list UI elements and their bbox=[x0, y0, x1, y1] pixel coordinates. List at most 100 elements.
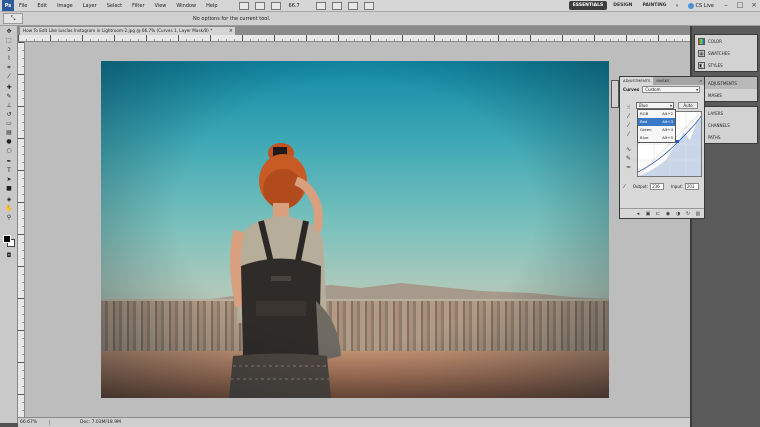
menu-help[interactable]: Help bbox=[201, 3, 222, 9]
adjustment-type-label: Curves bbox=[623, 87, 640, 92]
view-previous-icon[interactable]: ◑ bbox=[675, 211, 681, 217]
eyedropper-icon[interactable]: ⁄ bbox=[624, 184, 625, 190]
channel-dropdown-menu: RGB Alt+2 Red Alt+3 Green Alt+4 Blue Alt… bbox=[637, 109, 676, 143]
eyedropper-tool-icon[interactable]: ⁄ bbox=[4, 73, 14, 80]
vignette-overlay bbox=[101, 61, 609, 398]
horizontal-ruler[interactable] bbox=[18, 35, 690, 42]
trash-icon[interactable]: ▥ bbox=[695, 211, 701, 217]
tool-preset-picker[interactable]: ⤡ bbox=[3, 13, 23, 24]
crop-tool-icon[interactable]: ⌗ bbox=[4, 64, 14, 71]
channel-option-red[interactable]: Red Alt+3 bbox=[638, 118, 675, 126]
photoshop-logo: Ps bbox=[2, 0, 14, 11]
clone-stamp-icon[interactable]: ⊥ bbox=[4, 102, 14, 109]
visibility-eye-icon[interactable]: ◉ bbox=[665, 211, 671, 217]
maximize-icon[interactable]: □ bbox=[734, 0, 746, 11]
dock-item-color[interactable]: COLOR bbox=[695, 35, 757, 47]
zoom-tool-icon[interactable]: ⚲ bbox=[4, 214, 14, 221]
marquee-tool-icon[interactable]: ⬚ bbox=[4, 37, 14, 44]
auto-button[interactable]: Auto bbox=[678, 102, 698, 109]
menu-filter[interactable]: Filter bbox=[127, 3, 149, 9]
hand-tool-icon[interactable]: ✋ bbox=[4, 205, 14, 212]
blur-tool-icon[interactable]: ● bbox=[4, 138, 14, 145]
channel-select[interactable]: Blue ▾ bbox=[636, 102, 674, 109]
input-field[interactable]: 203 bbox=[684, 183, 699, 190]
dock-item-label: SWATCHES bbox=[708, 50, 730, 56]
document-title: How To Edit Like Iusclas Instagram in Li… bbox=[23, 28, 213, 33]
close-icon[interactable]: × bbox=[748, 0, 760, 11]
shape-tool-icon[interactable]: ■ bbox=[4, 185, 14, 192]
3d-rotate-icon[interactable]: ◈ bbox=[4, 196, 14, 203]
menu-select[interactable]: Select bbox=[102, 3, 127, 9]
expand-view-icon[interactable]: ▣ bbox=[645, 211, 651, 217]
launch-minibridge-icon[interactable] bbox=[254, 1, 265, 10]
adjustments-panel: ADJUSTMENTS MASKS » Curves Custom ▾ ☝ ⁄ … bbox=[619, 76, 705, 219]
menu-image[interactable]: Image bbox=[52, 3, 78, 9]
view-extras-icon[interactable] bbox=[270, 1, 281, 10]
workspace-design[interactable]: DESIGN bbox=[609, 1, 636, 10]
channel-option-rgb[interactable]: RGB Alt+2 bbox=[638, 110, 675, 118]
menu-edit[interactable]: Edit bbox=[32, 3, 52, 9]
quick-mask-icon[interactable]: ◘ bbox=[4, 252, 14, 259]
minimize-icon[interactable]: – bbox=[720, 0, 732, 11]
foreground-color-swatch[interactable] bbox=[3, 235, 11, 243]
panel-collapse-icon[interactable]: » bbox=[700, 77, 702, 85]
pen-tool-icon[interactable]: ✒ bbox=[4, 158, 14, 165]
tab-adjustments[interactable]: ADJUSTMENTS bbox=[620, 77, 654, 85]
channel-option-shortcut: Alt+2 bbox=[662, 111, 673, 116]
canvas-image[interactable] bbox=[101, 61, 609, 398]
adjustments-panel-tabs: ADJUSTMENTS MASKS » bbox=[620, 77, 704, 85]
curves-side-tools: ☝ ⁄ ⁄ ⁄ ∿ ✎ ≈ bbox=[624, 103, 633, 172]
more-workspaces-icon[interactable]: » bbox=[675, 3, 678, 9]
move-tool-icon[interactable]: ✥ bbox=[4, 28, 14, 35]
gradient-tool-icon[interactable]: ▤ bbox=[4, 129, 14, 136]
launch-bridge-icon[interactable] bbox=[238, 1, 249, 10]
smooth-curve-icon[interactable]: ≈ bbox=[624, 163, 633, 172]
menu-layer[interactable]: Layer bbox=[78, 3, 102, 9]
status-doc-size[interactable]: Doc: 7.03M/18.9M bbox=[50, 420, 121, 425]
menu-file[interactable]: File bbox=[14, 3, 32, 9]
quick-select-tool-icon[interactable]: ⌇ bbox=[4, 55, 14, 62]
document-tab-bar: How To Edit Like Iusclas Instagram in Li… bbox=[18, 26, 690, 35]
menu-window[interactable]: Window bbox=[171, 3, 201, 9]
dock-item-swatches[interactable]: ▦ SWATCHES bbox=[695, 47, 757, 59]
screen-mode-icon[interactable] bbox=[363, 1, 374, 10]
cs-live-button[interactable]: CS Live bbox=[684, 2, 718, 9]
return-to-list-icon[interactable]: ◂ bbox=[635, 211, 641, 217]
output-field[interactable]: 236 bbox=[650, 183, 665, 190]
document-tab[interactable]: How To Edit Like Iusclas Instagram in Li… bbox=[20, 27, 235, 35]
black-point-eyedropper-icon[interactable]: ⁄ bbox=[624, 112, 633, 121]
curve-edit-icon[interactable]: ∿ bbox=[624, 145, 633, 154]
gray-point-eyedropper-icon[interactable]: ⁄ bbox=[624, 121, 633, 130]
lasso-tool-icon[interactable]: ↄ bbox=[4, 46, 14, 53]
arrange-documents-icon[interactable] bbox=[347, 1, 358, 10]
options-message: No options for the current tool. bbox=[193, 15, 271, 22]
path-select-icon[interactable]: ➤ bbox=[4, 176, 14, 183]
reset-icon[interactable]: ↻ bbox=[685, 211, 691, 217]
dodge-tool-icon[interactable]: ○ bbox=[4, 147, 14, 154]
type-tool-icon[interactable]: T bbox=[4, 167, 14, 174]
vertical-ruler[interactable] bbox=[18, 42, 25, 417]
clip-to-layer-icon[interactable]: ⊏ bbox=[655, 211, 661, 217]
pencil-draw-icon[interactable]: ✎ bbox=[624, 154, 633, 163]
on-image-adjust-icon[interactable]: ☝ bbox=[624, 103, 633, 112]
dock-group-color: COLOR ▦ SWATCHES ◧ STYLES bbox=[694, 34, 758, 72]
workspace-essentials[interactable]: ESSENTIALS bbox=[568, 1, 608, 10]
dock-item-styles[interactable]: ◧ STYLES bbox=[695, 59, 757, 71]
healing-brush-icon[interactable]: ✚ bbox=[4, 84, 14, 91]
channel-option-blue[interactable]: Blue Alt+5 bbox=[638, 134, 675, 142]
rotate-view-icon[interactable] bbox=[331, 1, 342, 10]
tab-close-icon[interactable]: × bbox=[229, 27, 233, 35]
preset-select[interactable]: Custom ▾ bbox=[642, 86, 701, 93]
channel-option-green[interactable]: Green Alt+4 bbox=[638, 126, 675, 134]
tab-masks[interactable]: MASKS bbox=[653, 77, 672, 85]
eraser-tool-icon[interactable]: ▭ bbox=[4, 120, 14, 127]
status-zoom[interactable]: 66.67% bbox=[18, 420, 50, 425]
menu-view[interactable]: View bbox=[150, 3, 172, 9]
hand-tool-icon[interactable] bbox=[315, 1, 326, 10]
white-point-eyedropper-icon[interactable]: ⁄ bbox=[624, 130, 633, 139]
history-brush-icon[interactable]: ↺ bbox=[4, 111, 14, 118]
brush-tool-icon[interactable]: ✎ bbox=[4, 93, 14, 100]
workspace-painting[interactable]: PAINTING bbox=[638, 1, 670, 10]
zoom-level[interactable]: 66.7 bbox=[289, 3, 300, 9]
chevron-down-icon: ▾ bbox=[696, 87, 699, 92]
